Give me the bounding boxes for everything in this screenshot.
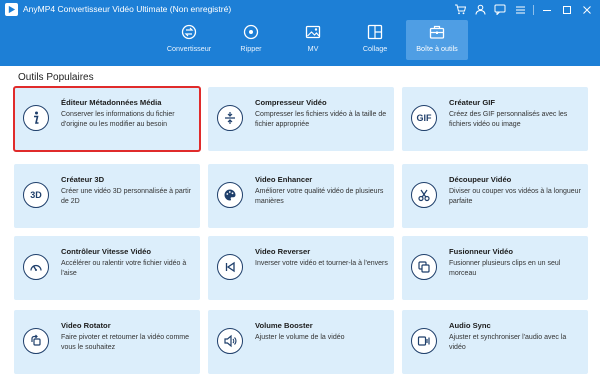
tool-description: Diviser ou couper vos vidéos à la longue…	[449, 188, 581, 205]
tab-label: Ripper	[240, 44, 262, 53]
tool-description: Compresser les fichiers vidéo à la taill…	[255, 111, 387, 128]
tool-title: Créateur GIF	[449, 98, 495, 107]
tool-card-video-merger[interactable]: Fusionneur Vidéo Fusionner plusieurs cli…	[402, 236, 588, 300]
tool-title: Video Enhancer	[255, 175, 313, 184]
tool-title: Volume Booster	[255, 321, 313, 330]
tool-description: Faire pivoter et retourner la vidéo comm…	[61, 334, 189, 351]
tool-card-video-rotator[interactable]: Video Rotator Faire pivoter et retourner…	[14, 310, 200, 374]
collage-icon	[366, 23, 384, 41]
app-title: AnyMP4 Convertisseur Vidéo Ultimate (Non…	[23, 4, 232, 14]
merge-icon	[411, 254, 437, 280]
disc-icon	[242, 23, 260, 41]
info-icon	[23, 105, 49, 131]
tool-title: Découpeur Vidéo	[449, 175, 512, 184]
app-logo-icon	[5, 3, 18, 16]
tool-card-gif-maker[interactable]: GIF Créateur GIF Créez des GIF personnal…	[402, 87, 588, 151]
scissors-icon	[411, 182, 437, 208]
section-title: Outils Populaires	[18, 72, 94, 83]
tool-description: Inverser votre vidéo et tourner-la à l'e…	[255, 260, 388, 267]
3d-icon: 3D	[23, 182, 49, 208]
tool-card-video-reverser[interactable]: Video Reverser Inverser votre vidéo et t…	[208, 236, 394, 300]
tool-description: Améliorer votre qualité vidéo de plusieu…	[255, 188, 384, 205]
tool-description: Conserver les informations du fichier d'…	[61, 111, 175, 128]
tool-card-3d-maker[interactable]: 3D Créateur 3D Créer une vidéo 3D person…	[14, 164, 200, 228]
image-icon	[304, 23, 322, 41]
user-icon[interactable]	[473, 3, 487, 16]
feedback-icon[interactable]	[493, 3, 507, 16]
close-icon[interactable]	[580, 3, 594, 16]
tool-card-audio-sync[interactable]: Audio Sync Ajuster et synchroniser l'aud…	[402, 310, 588, 374]
toolbox-icon	[428, 23, 446, 41]
tool-card-video-enhancer[interactable]: Video Enhancer Améliorer votre qualité v…	[208, 164, 394, 228]
rewind-icon	[217, 254, 243, 280]
window-controls	[453, 3, 594, 16]
volume-icon	[217, 328, 243, 354]
tool-card-video-trimmer[interactable]: Découpeur Vidéo Diviser ou couper vos vi…	[402, 164, 588, 228]
gif-icon: GIF	[411, 105, 437, 131]
tool-description: Ajuster le volume de la vidéo	[255, 334, 345, 341]
toolbox-panel: Outils Populaires Éditeur Métadonnées Mé…	[0, 66, 600, 390]
tool-card-speed-controller[interactable]: Contrôleur Vitesse Vidéo Accélérer ou ra…	[14, 236, 200, 300]
tool-title: Video Rotator	[61, 321, 111, 330]
cart-icon[interactable]	[453, 3, 467, 16]
tab-label: Boîte à outils	[416, 44, 458, 53]
tab-boite-a-outils[interactable]: Boîte à outils	[406, 20, 468, 60]
tab-convertisseur[interactable]: Convertisseur	[158, 20, 220, 60]
minimize-icon[interactable]	[540, 3, 554, 16]
audio-sync-icon	[411, 328, 437, 354]
controls-divider	[533, 4, 534, 15]
app-header: AnyMP4 Convertisseur Vidéo Ultimate (Non…	[0, 0, 600, 66]
tool-description: Fusionner plusieurs clips en un seul mor…	[449, 260, 561, 277]
menu-icon[interactable]	[513, 3, 527, 16]
tool-title: Éditeur Métadonnées Média	[61, 98, 162, 107]
tool-card-metadata-editor[interactable]: Éditeur Métadonnées Média Conserver les …	[13, 86, 201, 152]
tool-title: Créateur 3D	[61, 175, 105, 184]
tab-label: Convertisseur	[166, 44, 212, 53]
tool-description: Accélérer ou ralentir votre fichier vidé…	[61, 260, 187, 277]
convert-icon	[180, 23, 198, 41]
tool-description: Créez des GIF personnalisés avec les fic…	[449, 111, 568, 128]
tool-title: Fusionneur Vidéo	[449, 247, 513, 256]
tool-title: Video Reverser	[255, 247, 311, 256]
tab-ripper[interactable]: Ripper	[220, 20, 282, 60]
tab-label: Collage	[362, 44, 388, 53]
speedometer-icon	[23, 254, 49, 280]
compress-icon	[217, 105, 243, 131]
palette-icon	[217, 182, 243, 208]
tool-title: Contrôleur Vitesse Vidéo	[61, 247, 152, 256]
maximize-icon[interactable]	[560, 3, 574, 16]
tool-card-video-compressor[interactable]: Compresseur Vidéo Compresser les fichier…	[208, 87, 394, 151]
tab-mv[interactable]: MV	[282, 20, 344, 60]
tool-description: Ajuster et synchroniser l'audio avec la …	[449, 334, 567, 351]
tab-collage[interactable]: Collage	[344, 20, 406, 60]
tool-card-volume-booster[interactable]: Volume Booster Ajuster le volume de la v…	[208, 310, 394, 374]
main-nav: Convertisseur Ripper MV Collage Boîte à …	[158, 20, 468, 60]
tool-description: Créer une vidéo 3D personnalisée à parti…	[61, 188, 191, 205]
rotate-icon	[23, 328, 49, 354]
tool-title: Audio Sync	[449, 321, 491, 330]
tool-title: Compresseur Vidéo	[255, 98, 327, 107]
tab-label: MV	[307, 44, 319, 53]
